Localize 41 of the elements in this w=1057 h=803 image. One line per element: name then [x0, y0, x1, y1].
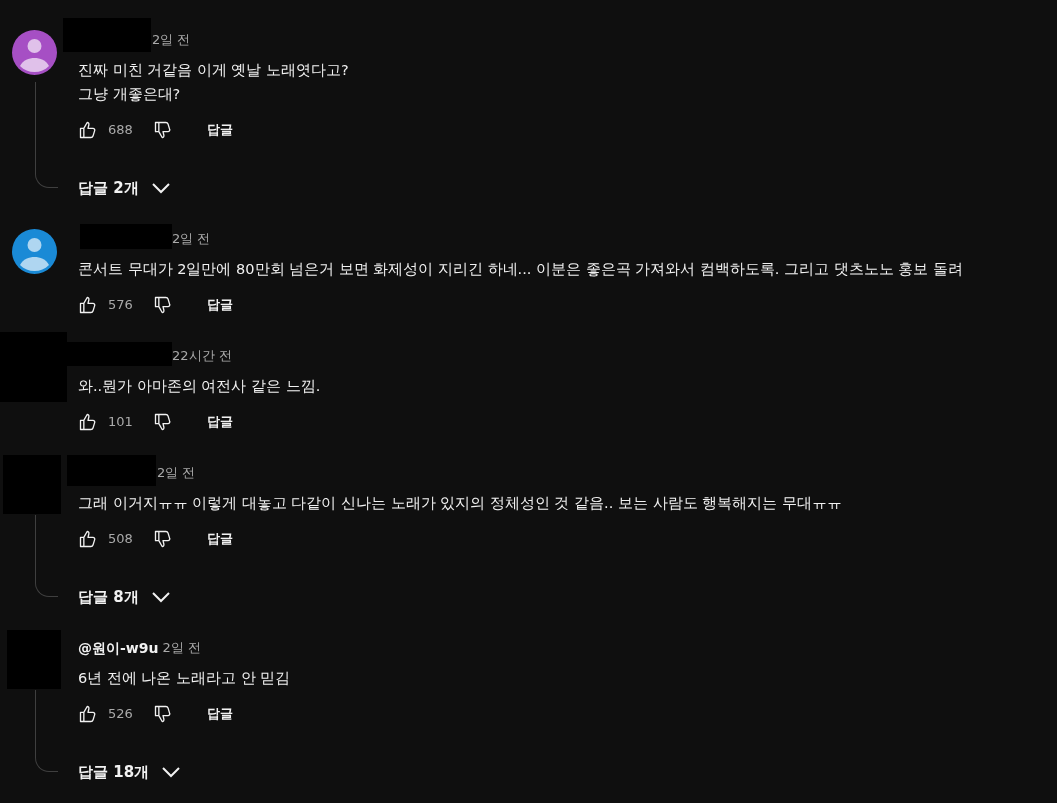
author-name[interactable]: @원이-w9u: [78, 637, 159, 659]
comment-time[interactable]: 2일 전: [172, 229, 211, 249]
thumbs-up-icon[interactable]: [78, 120, 98, 140]
comment-time[interactable]: 2일 전: [162, 638, 201, 658]
thumbs-down-icon[interactable]: [153, 412, 173, 432]
comment-time[interactable]: 2일 전: [152, 30, 191, 50]
thumbs-up-icon[interactable]: [78, 412, 98, 432]
chevron-down-icon: [161, 766, 182, 778]
redaction-block: [3, 455, 61, 514]
thumbs-down-icon[interactable]: [153, 120, 173, 140]
comment-text: 진짜 미친 거같음 이게 옛날 노래엿다고? 그냥 개좋은대?: [78, 61, 349, 104]
like-count: 526: [108, 705, 134, 724]
thumbs-up-icon[interactable]: [78, 295, 98, 315]
thumbs-up-icon[interactable]: [78, 529, 98, 549]
reply-button[interactable]: 답글: [203, 700, 237, 728]
reply-button[interactable]: 답글: [203, 408, 237, 436]
comment-text: 와..뭔가 아마존의 여전사 같은 느낌.: [78, 377, 321, 396]
like-count: 688: [108, 121, 134, 140]
comment-time[interactable]: 2일 전: [157, 463, 196, 483]
comment-time[interactable]: 22시간 전: [172, 346, 232, 366]
thumbs-down-icon[interactable]: [153, 295, 173, 315]
chevron-down-icon: [150, 591, 171, 603]
show-replies-button[interactable]: 답글 2개: [78, 164, 171, 212]
thumbs-down-icon[interactable]: [153, 529, 173, 549]
comment-text: 6년 전에 나온 노래라고 안 믿김: [78, 669, 291, 688]
reply-button[interactable]: 답글: [203, 116, 237, 144]
comment-text: 콘서트 무대가 2일만에 80만회 넘은거 보면 화제성이 지리긴 하네... 이분은 좋은곡 가져와서 컴백하도록. 그리고 댓츠노노 홍보 돌려: [78, 260, 963, 279]
show-replies-button[interactable]: 답글 8개: [78, 573, 171, 621]
like-count: 101: [108, 413, 134, 432]
show-replies-button[interactable]: 답글 18개: [78, 748, 182, 796]
reply-button[interactable]: 답글: [203, 291, 237, 319]
like-count: 576: [108, 296, 134, 315]
avatar-icon[interactable]: [12, 229, 57, 274]
redaction-block: [7, 630, 61, 689]
avatar-icon[interactable]: [12, 30, 57, 75]
comment-text: 그래 이거지ㅠㅠ 이렇게 대놓고 다같이 신나는 노래가 있지의 정체성인 것 같음.. 보는 사람도 행복해지는 무대ㅠㅠ: [78, 494, 842, 513]
chevron-down-icon: [150, 182, 171, 194]
reply-button[interactable]: 답글: [203, 525, 237, 553]
thumbs-up-icon[interactable]: [78, 704, 98, 724]
thumbs-down-icon[interactable]: [153, 704, 173, 724]
like-count: 508: [108, 530, 134, 549]
